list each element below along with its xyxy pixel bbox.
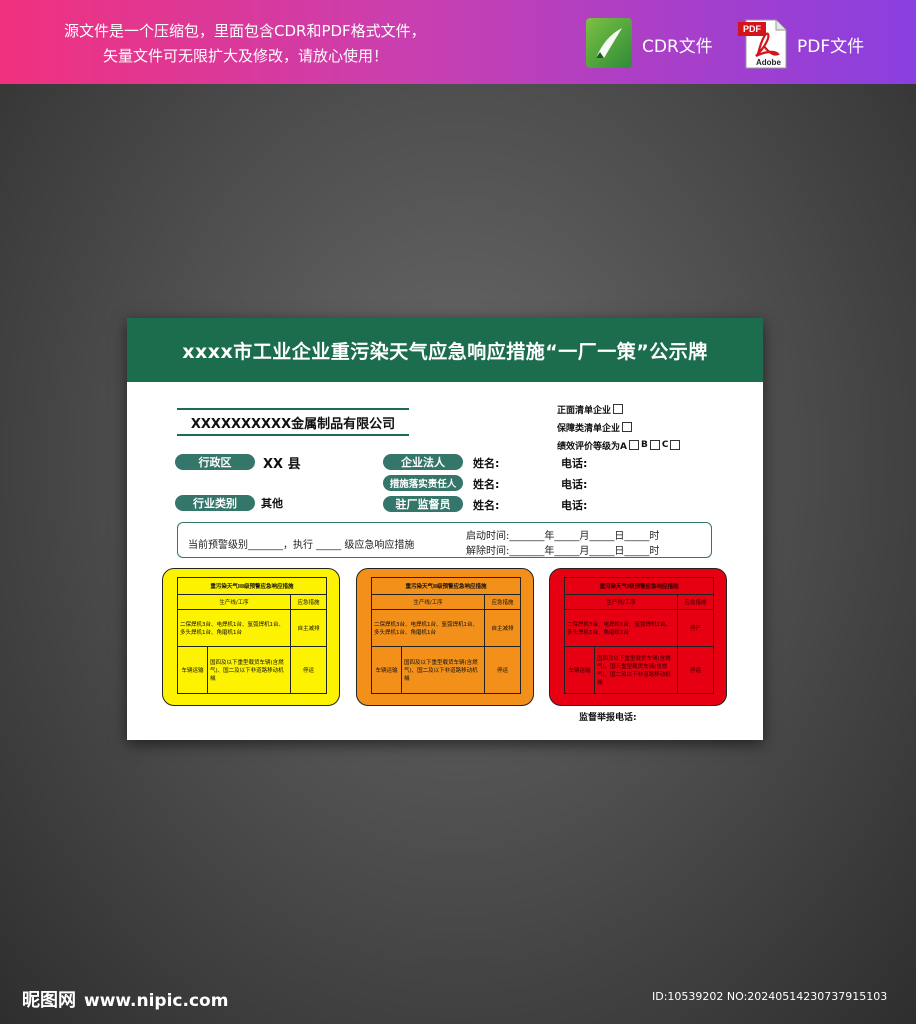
board-title: xxxx市工业企业重污染天气应急响应措施“一厂一策”公示牌	[127, 318, 763, 382]
level-3-card: 重污染天气III级预警应急响应措施 生产线/工序 应急措施 二保焊机3台、电焊机…	[162, 568, 340, 706]
district-pill: 行政区	[175, 454, 255, 470]
adobe-tag: Adobe	[756, 58, 781, 67]
legal-person-pill: 企业法人	[383, 454, 463, 470]
response-table: 重污染天气I级预警应急响应措施 生产线/工序 应急措施 二保焊机3台、电焊机1台…	[564, 577, 714, 694]
enterprise-checklist: 正面清单企业 保障类清单企业 绩效评价等级为A B C	[557, 400, 682, 454]
check-row-positive: 正面清单企业	[557, 400, 682, 418]
banner-line-1: 源文件是一个压缩包，里面包含CDR和PDF格式文件，	[64, 22, 426, 40]
supervisor-pill: 驻厂监督员	[383, 496, 463, 512]
col-header: 应急措施	[677, 594, 714, 610]
phone-label: 电话:	[561, 478, 588, 491]
measure-person-pill: 措施落实责任人	[383, 475, 463, 491]
check-row-grade: 绩效评价等级为A B C	[557, 436, 682, 454]
district-value: XX 县	[263, 457, 301, 472]
col-header: 生产线/工序	[177, 594, 291, 610]
level-2-card: 重污染天气II级预警应急响应措施 生产线/工序 应急措施 二保焊机3台、电焊机1…	[356, 568, 534, 706]
response-table: 重污染天气III级预警应急响应措施 生产线/工序 应急措施 二保焊机3台、电焊机…	[177, 577, 327, 694]
checkbox[interactable]	[649, 440, 660, 450]
table-cell: 车辆运输	[177, 646, 208, 694]
col-header: 应急措施	[484, 594, 521, 610]
checkbox[interactable]	[613, 404, 624, 414]
name-label: 姓名:	[473, 457, 500, 470]
check-label: 保障类清单企业	[557, 423, 621, 434]
notice-board: xxxx市工业企业重污染天气应急响应措施“一厂一策”公示牌 XXXXXXXXXX…	[127, 318, 763, 740]
warning-level-frame: 当前预警级别_______，执行 _____ 级应急响应措施 启动时间:____…	[177, 522, 712, 558]
level-1-card: 重污染天气I级预警应急响应措施 生产线/工序 应急措施 二保焊机3台、电焊机1台…	[549, 568, 727, 706]
logo-text: 昵图网	[22, 990, 76, 1011]
check-label: 绩效评价等级为A	[557, 441, 627, 452]
table-cell: 国四及以下重型载货车辆(含燃气)、国二及以下非道路移动机械	[207, 646, 291, 694]
site-url[interactable]: www.nipic.com	[84, 991, 228, 1011]
table-cell: 停产	[677, 609, 714, 647]
banner-line-2: 矢量文件可无限扩大及修改，请放心使用！	[103, 47, 389, 65]
checkbox[interactable]	[622, 422, 633, 432]
warning-level-text: 当前预警级别_______，执行 _____ 级应急响应措施	[188, 540, 415, 551]
phone-label: 电话:	[561, 457, 588, 470]
pdf-tag: PDF	[738, 22, 766, 36]
check-label: 正面清单企业	[557, 405, 612, 416]
col-header: 生产线/工序	[371, 594, 485, 610]
col-header: 应急措施	[290, 594, 327, 610]
table-cell: 二保焊机3台、电焊机1台、氩弧焊机1台、多头焊机1台、角磨机1台	[177, 609, 291, 647]
pdf-file-icon: PDF Adobe	[738, 18, 788, 70]
coreldraw-icon	[586, 18, 632, 68]
table-cell: 二保焊机3台、电焊机1台、氩弧焊机1台、多头焊机1台、角磨机1台	[564, 609, 678, 647]
table-cell: 自主减排	[484, 609, 521, 647]
name-label: 姓名:	[473, 478, 500, 491]
checkbox[interactable]	[628, 440, 639, 450]
table-cell: 国四及以下重型载货车辆(含燃气)、国五重型载货车辆(含燃气)、国二及以下非道路移…	[594, 646, 678, 694]
col-header: 生产线/工序	[564, 594, 678, 610]
phone-label: 电话:	[561, 499, 588, 512]
response-table: 重污染天气II级预警应急响应措施 生产线/工序 应急措施 二保焊机3台、电焊机1…	[371, 577, 521, 694]
card-title: 重污染天气III级预警应急响应措施	[177, 577, 327, 595]
name-label: 姓名:	[473, 499, 500, 512]
supervise-phone-label: 监督举报电话:	[579, 713, 637, 723]
card-title: 重污染天气I级预警应急响应措施	[564, 577, 714, 595]
table-cell: 停运	[484, 646, 521, 694]
table-cell: 停运	[290, 646, 327, 694]
check-label: B	[640, 440, 648, 450]
end-time: 解除时间:_______年_____月_____日_____时	[466, 546, 660, 557]
start-time: 启动时间:_______年_____月_____日_____时	[466, 531, 660, 542]
industry-value: 其他	[261, 497, 283, 510]
card-title: 重污染天气II级预警应急响应措施	[371, 577, 521, 595]
table-cell: 国四及以下重型载货车辆(含燃气)、国二及以下非道路移动机械	[401, 646, 485, 694]
table-cell: 车辆运输	[371, 646, 402, 694]
table-cell: 停运	[677, 646, 714, 694]
industry-pill: 行业类别	[175, 495, 255, 511]
table-cell: 车辆运输	[564, 646, 595, 694]
table-cell: 二保焊机3台、电焊机1台、氩弧焊机1台、多头焊机1台、角磨机1台	[371, 609, 485, 647]
company-name: XXXXXXXXXX金属制品有限公司	[177, 408, 409, 436]
table-cell: 自主减排	[290, 609, 327, 647]
cdr-file-label: CDR文件	[642, 37, 713, 57]
checkbox[interactable]	[670, 440, 681, 450]
promo-banner: 源文件是一个压缩包，里面包含CDR和PDF格式文件， 矢量文件可无限扩大及修改，…	[0, 0, 916, 84]
pdf-file-label: PDF文件	[797, 37, 865, 57]
check-label: C	[661, 440, 669, 450]
image-id: ID:10539202 NO:20240514230737915103	[652, 990, 888, 1003]
site-logo: 昵图网 www.nipic.com	[22, 986, 228, 1012]
check-row-guarantee: 保障类清单企业	[557, 418, 682, 436]
